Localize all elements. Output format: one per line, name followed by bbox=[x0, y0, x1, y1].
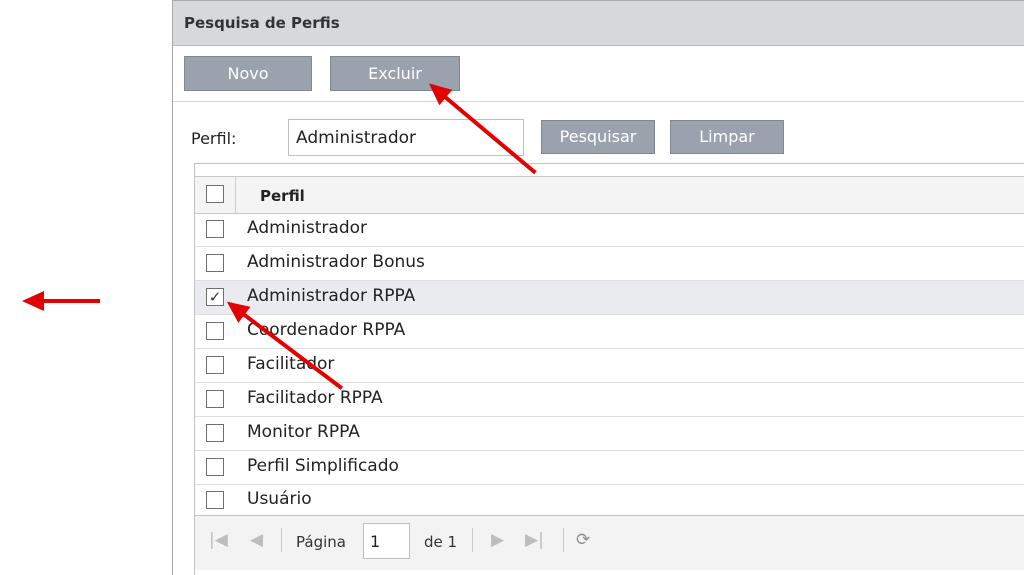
panel-header: Pesquisa de Perfis bbox=[173, 1, 1024, 46]
row-label: Facilitador RPPA bbox=[247, 388, 383, 408]
next-page-icon[interactable]: ▶ bbox=[491, 530, 504, 550]
select-all-checkbox[interactable] bbox=[206, 185, 224, 203]
profile-search-input[interactable] bbox=[288, 119, 524, 156]
table-row[interactable]: Monitor RPPA bbox=[195, 417, 1024, 451]
row-checkbox[interactable] bbox=[206, 424, 224, 442]
table-row[interactable]: Facilitador RPPA bbox=[195, 383, 1024, 417]
page-count-label: de 1 bbox=[424, 533, 458, 551]
row-label: Usuário bbox=[247, 489, 312, 509]
profile-filter-label: Perfil: bbox=[191, 129, 237, 148]
refresh-icon[interactable]: ⟳ bbox=[576, 530, 590, 550]
table-row[interactable]: Facilitador bbox=[195, 349, 1024, 383]
table-row[interactable]: Administrador Bonus bbox=[195, 247, 1024, 281]
page-number-input[interactable] bbox=[363, 523, 410, 559]
toolbar: Novo Excluir bbox=[173, 45, 1024, 102]
table-row[interactable]: Coordenador RPPA bbox=[195, 315, 1024, 349]
grid-header: Perfil bbox=[195, 176, 1024, 214]
row-label: Administrador bbox=[247, 218, 368, 238]
page-label: Página bbox=[296, 533, 346, 551]
table-row[interactable]: Usuário bbox=[195, 484, 1024, 518]
panel-title: Pesquisa de Perfis bbox=[184, 14, 340, 32]
column-header-perfil[interactable]: Perfil bbox=[260, 187, 305, 205]
table-row[interactable]: Perfil Simplificado bbox=[195, 451, 1024, 485]
column-divider bbox=[235, 177, 236, 213]
table-row[interactable]: Administrador bbox=[195, 213, 1024, 247]
row-checkbox[interactable] bbox=[206, 254, 224, 272]
pager-separator bbox=[563, 528, 564, 552]
row-checkbox[interactable] bbox=[206, 458, 224, 476]
row-checkbox[interactable] bbox=[206, 220, 224, 238]
search-button[interactable]: Pesquisar bbox=[541, 120, 655, 154]
row-checkbox[interactable] bbox=[206, 390, 224, 408]
row-label: Administrador Bonus bbox=[247, 252, 425, 272]
row-checkbox-checked[interactable]: ✓ bbox=[206, 288, 224, 306]
row-label: Administrador RPPA bbox=[247, 286, 416, 306]
last-page-icon[interactable]: ▶| bbox=[525, 530, 544, 550]
pager-separator bbox=[472, 528, 473, 552]
row-checkbox[interactable] bbox=[206, 322, 224, 340]
row-checkbox[interactable] bbox=[206, 491, 224, 509]
table-row[interactable]: ✓ Administrador RPPA bbox=[195, 281, 1024, 315]
new-button[interactable]: Novo bbox=[184, 56, 312, 91]
row-label: Perfil Simplificado bbox=[247, 456, 399, 476]
row-checkbox[interactable] bbox=[206, 356, 224, 374]
annotation-arrow-icon bbox=[22, 291, 100, 311]
first-page-icon[interactable]: |◀ bbox=[209, 530, 228, 550]
pagination-toolbar: |◀ ◀ Página de 1 ▶ ▶| ⟳ bbox=[195, 515, 1024, 570]
row-label: Monitor RPPA bbox=[247, 422, 360, 442]
clear-button[interactable]: Limpar bbox=[670, 120, 784, 154]
pager-separator bbox=[281, 528, 282, 552]
prev-page-icon[interactable]: ◀ bbox=[250, 530, 263, 550]
search-profiles-panel: Pesquisa de Perfis Novo Excluir Perfil: … bbox=[172, 0, 1024, 575]
